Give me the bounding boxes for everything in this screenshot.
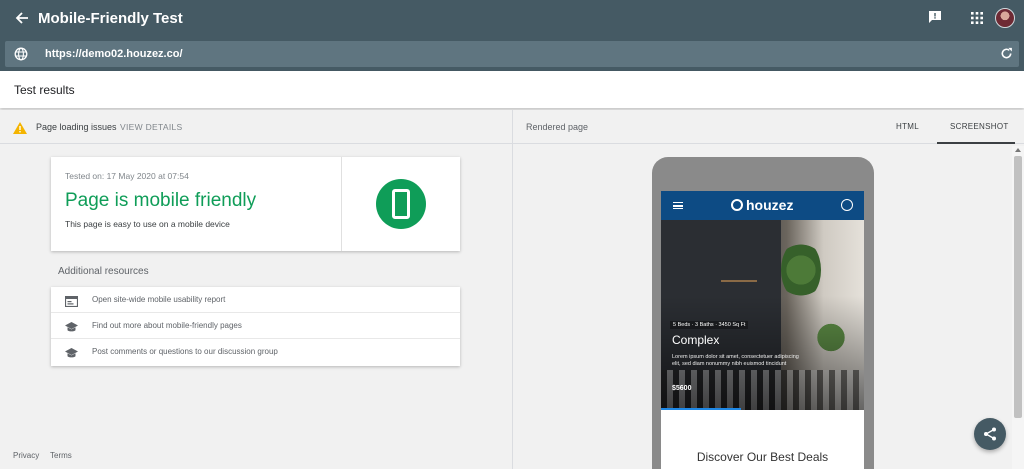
scroll-up-arrow-icon[interactable] [1015,148,1021,152]
url-text: https://demo02.houzez.co/ [45,48,183,60]
hero-description: Lorem ipsum dolor sit amet, consectetuer… [672,354,799,367]
tested-on: Tested on: 17 May 2020 at 07:54 [65,171,189,181]
top-app-bar: Mobile-Friendly Test [0,0,1024,37]
verdict-description: This page is easy to use on a mobile dev… [65,219,230,229]
refresh-icon[interactable] [1000,47,1014,61]
url-input[interactable]: https://demo02.houzez.co/ [5,41,1019,67]
share-icon [984,427,996,441]
terms-link[interactable]: Terms [50,451,72,460]
resource-label: Post comments or questions to our discus… [92,347,278,356]
mobile-friendly-badge [376,179,426,229]
results-panel: Page loading issues VIEW DETAILS Tested … [0,110,512,469]
hero-image: 5 Beds · 3 Baths · 3450 Sq Ft Complex Lo… [661,220,864,410]
active-tab-indicator [937,142,1015,144]
rendered-screen: houzez 5 Beds · 3 Baths · 3450 Sq Ft Com… [661,191,864,469]
houzez-logo-icon [731,199,743,211]
resources-card: Open site-wide mobile usability report F… [51,287,460,366]
resource-item-discussion-group[interactable]: Post comments or questions to our discus… [51,339,460,365]
globe-icon [14,47,28,61]
tab-screenshot[interactable]: SCREENSHOT [950,122,1009,131]
verdict-title: Page is mobile friendly [65,190,257,211]
school-icon [65,320,78,332]
privacy-link[interactable]: Privacy [13,451,39,460]
url-bar-container: https://demo02.houzez.co/ [0,37,1024,71]
smartphone-icon [392,189,410,219]
app-title: Mobile-Friendly Test [38,10,183,27]
results-header: Test results [0,71,1024,108]
issues-bar: Page loading issues VIEW DETAILS [0,110,512,144]
share-button[interactable] [974,418,1006,450]
hero-property-tag: 5 Beds · 3 Baths · 3450 Sq Ft [670,321,749,329]
hero-price: $5600 [672,385,692,392]
rendered-page-panel: Rendered page HTML SCREENSHOT houzez 5 B… [513,110,1024,469]
site-logo: houzez [746,197,794,213]
warning-icon [13,121,27,134]
tab-html[interactable]: HTML [896,122,919,131]
menu-icon [673,202,683,209]
hero-overlay [661,220,864,410]
deals-section: Discover Our Best Deals [661,410,864,469]
site-navbar: houzez [661,191,864,220]
results-title: Test results [14,83,75,97]
hero-title: Complex [672,333,720,347]
resource-item-usability-report[interactable]: Open site-wide mobile usability report [51,287,460,313]
feedback-icon[interactable] [928,10,944,26]
rendered-tabs-bar: Rendered page HTML SCREENSHOT [513,110,1024,144]
resource-label: Find out more about mobile-friendly page… [92,321,242,330]
arrow-back-icon[interactable] [12,8,32,28]
scrollbar-thumb[interactable] [1014,156,1022,418]
view-details-link[interactable]: VIEW DETAILS [120,122,182,132]
deals-title: Discover Our Best Deals [696,450,829,464]
card-divider [341,157,342,251]
user-icon [841,199,853,211]
result-card: Tested on: 17 May 2020 at 07:54 Page is … [51,157,460,251]
resource-item-learn-more[interactable]: Find out more about mobile-friendly page… [51,313,460,339]
apps-grid-icon[interactable] [971,11,985,25]
issues-label: Page loading issues [36,122,117,132]
school-icon [65,346,78,358]
account-avatar[interactable] [995,8,1015,28]
phone-screenshot: houzez 5 Beds · 3 Baths · 3450 Sq Ft Com… [652,157,874,469]
additional-resources-title: Additional resources [58,266,149,277]
scrollbar[interactable] [1012,146,1024,469]
rendered-page-label: Rendered page [526,122,589,132]
resource-label: Open site-wide mobile usability report [92,295,226,304]
web-report-icon [64,294,79,308]
